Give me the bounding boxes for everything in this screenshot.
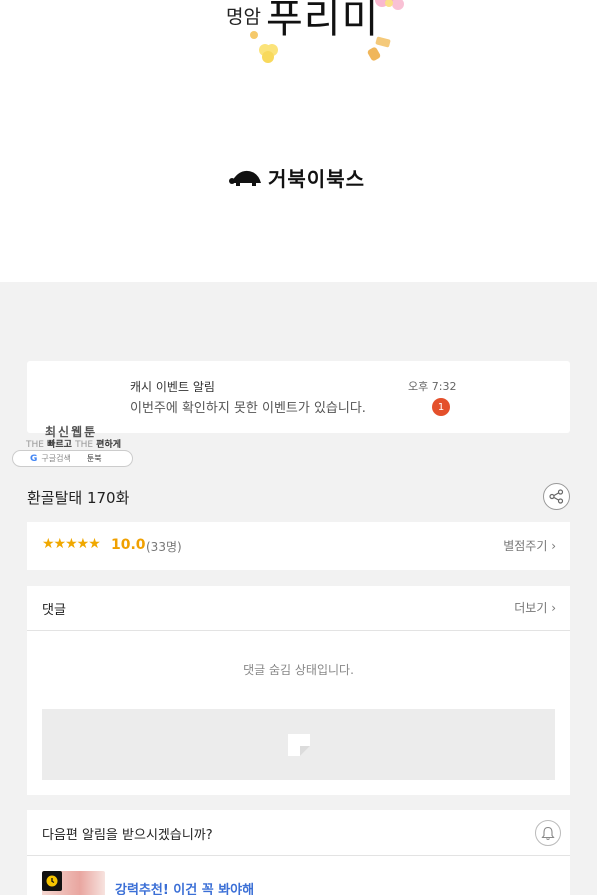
rate-button[interactable]: 별점주기 › [503,537,556,554]
turtle-icon [229,170,261,186]
publisher-logo: 거북이북스 [228,163,365,192]
flower-decoration [375,0,404,10]
ad-brand: 툰북 [86,454,102,463]
subscribe-bell-button[interactable] [535,820,561,846]
banner-prefix: 명암 [226,6,261,28]
rating-card: ★★★★★ 10.0 (33명) 별점주기 › [27,522,570,570]
bell-icon [541,826,555,840]
episode-title: 환골탈태 170화 [27,489,130,507]
comment-header: 댓글 더보기 › [27,586,570,631]
ad-tagline-the-1: THE [26,440,44,450]
ad-tagline-word-2: 편하게 [96,440,122,450]
comment-section: 댓글 더보기 › 댓글 숨김 상태입니다. [27,586,570,795]
comment-hidden-message: 댓글 숨김 상태입니다. [243,663,354,677]
google-icon: G [30,453,38,464]
rating-score: 10.0 [111,537,146,553]
next-episode-alert: 다음편 알림을 받으시겠습니까? 강력추천! 이건 꼭 봐야해 [27,810,570,895]
banner-area: 명암 푸리미 거북이북스 [0,0,597,282]
next-episode-question: 다음편 알림을 받으시겠습니까? [42,828,213,843]
banner-title: 푸리미 [266,0,380,42]
recommend-link[interactable]: 강력추천! 이건 꼭 봐야해 [115,879,254,895]
ad-tagline-the-2: THE [75,440,94,450]
image-placeholder-icon [287,733,310,756]
comment-placeholder [42,709,555,780]
clock-icon [42,871,62,891]
notification-time: 오후 7:32 [408,380,457,393]
ad-tagline-word-1: 빠르고 [47,440,72,450]
recommend-thumbnail[interactable] [42,871,105,895]
publisher-name: 거북이북스 [268,167,365,191]
next-episode-header: 다음편 알림을 받으시겠습니까? [27,810,570,856]
share-icon [549,489,564,504]
ad-search-label: 구글검색 [41,454,71,463]
share-button[interactable] [543,483,570,510]
star-decoration [259,44,278,63]
rating-stars: ★★★★★ [42,536,101,552]
comment-more-link[interactable]: 더보기 › [514,599,556,616]
notification-count-badge: 1 [432,398,450,416]
petal-decoration [367,36,391,61]
dot-decoration [250,31,258,39]
rating-count: (33명) [146,540,182,554]
cash-event-notification[interactable]: 캐시 이벤트 알림 이번주에 확인하지 못한 이벤트가 있습니다. 오후 7:3… [27,361,570,433]
ad-search-pill[interactable]: G 구글검색 툰북 [12,450,133,467]
comment-label: 댓글 [42,603,66,618]
ad-tagline[interactable]: THE 빠르고 THE 편하게 [26,437,121,450]
notification-title: 캐시 이벤트 알림 [130,380,215,394]
notification-message: 이번주에 확인하지 못한 이벤트가 있습니다. [130,401,366,416]
